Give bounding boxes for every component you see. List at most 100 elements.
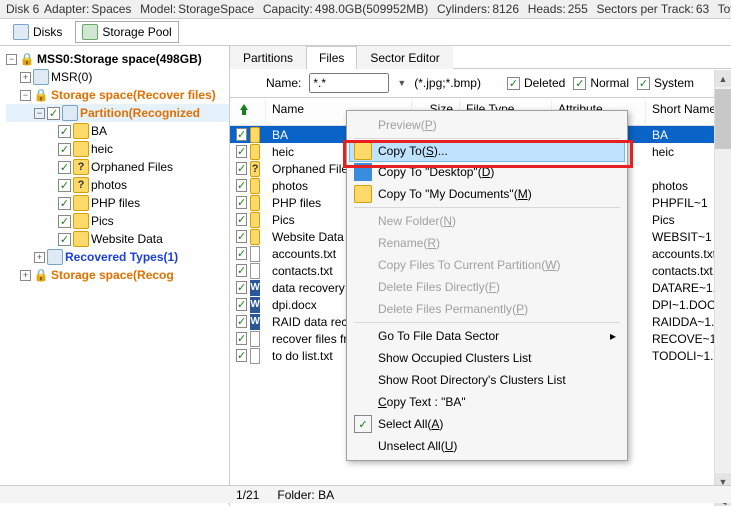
checkbox[interactable]: ✓	[58, 197, 71, 210]
menu-show-root-clusters[interactable]: Show Root Directory's Clusters List	[350, 369, 624, 391]
partition-icon	[62, 105, 78, 121]
folder-icon	[73, 213, 89, 229]
lock-icon	[19, 51, 35, 67]
doc-icon	[250, 263, 260, 279]
checkbox[interactable]: ✓	[236, 264, 247, 277]
menu-delete-permanently[interactable]: Delete Files Permanently(P)	[350, 298, 624, 320]
checkbox[interactable]: ✓	[58, 143, 71, 156]
vertical-scrollbar[interactable]: ▲ ▼ ◀ ▶	[714, 70, 731, 506]
folder-icon	[73, 231, 89, 247]
tree-item-label: BA	[91, 124, 107, 138]
folder-icon	[250, 212, 260, 228]
tree-folder[interactable]: ✓ Website Data	[6, 230, 229, 248]
folder-icon	[73, 123, 89, 139]
folder-icon	[250, 144, 260, 160]
context-menu: Preview(P) Copy To(S)... Copy To "Deskto…	[346, 110, 628, 461]
checkbox[interactable]: ✓	[236, 179, 247, 192]
filter-hint: (*.jpg;*.bmp)	[414, 76, 481, 90]
menu-copy-desktop[interactable]: Copy To "Desktop"(D)	[350, 161, 624, 183]
tab-partitions[interactable]: Partitions	[230, 46, 306, 69]
tree-folder[interactable]: ✓ heic	[6, 140, 229, 158]
checkbox[interactable]: ✓	[236, 128, 247, 141]
menu-unselect-all[interactable]: Unselect All(U)	[350, 435, 624, 457]
deleted-checkbox[interactable]: ✓Deleted	[507, 76, 565, 90]
name-filter-label: Name:	[266, 76, 301, 90]
checkbox[interactable]: ✓	[236, 281, 247, 294]
menu-copy-current-partition[interactable]: Copy Files To Current Partition(W)	[350, 254, 624, 276]
lock-icon	[33, 267, 49, 283]
checkbox[interactable]: ✓	[236, 230, 247, 243]
folder-icon	[73, 141, 89, 157]
menu-copy-documents[interactable]: Copy To "My Documents"(M)	[350, 183, 624, 205]
disks-button[interactable]: Disks	[6, 21, 69, 43]
tab-sector-editor[interactable]: Sector Editor	[357, 46, 452, 69]
tab-files[interactable]: Files	[306, 46, 357, 69]
checkbox[interactable]: ✓	[236, 315, 247, 328]
checkbox-icon: ✓	[354, 415, 372, 433]
folder-icon	[73, 159, 89, 175]
name-filter-input[interactable]	[309, 73, 389, 93]
checkbox[interactable]: ✓	[236, 247, 247, 260]
folder-icon	[73, 177, 89, 193]
checkbox[interactable]: ✓	[236, 162, 247, 175]
doc-icon	[250, 331, 260, 347]
menu-delete-directly[interactable]: Delete Files Directly(F)	[350, 276, 624, 298]
doc-icon	[250, 348, 260, 364]
folder-icon	[250, 229, 260, 245]
menu-copy-text[interactable]: Copy Text : "BA"	[350, 391, 624, 413]
checkbox[interactable]: ✓	[47, 107, 60, 120]
checkbox[interactable]: ✓	[58, 161, 71, 174]
folder-icon	[250, 195, 260, 211]
normal-checkbox[interactable]: ✓Normal	[573, 76, 629, 90]
submenu-arrow-icon: ▸	[610, 329, 616, 343]
system-checkbox[interactable]: ✓System	[637, 76, 694, 90]
checkbox[interactable]: ✓	[236, 145, 247, 158]
word-icon	[250, 314, 260, 330]
tree-item-label: Website Data	[91, 232, 163, 246]
menu-select-all[interactable]: ✓Select All(A)	[350, 413, 624, 435]
desktop-icon	[354, 163, 372, 181]
checkbox[interactable]: ✓	[236, 349, 247, 362]
folder-icon	[354, 185, 372, 203]
menu-go-to-sector[interactable]: Go To File Data Sector▸	[350, 325, 624, 347]
checkbox[interactable]: ✓	[236, 196, 247, 209]
go-up-icon[interactable]	[236, 102, 252, 118]
menu-copy-to[interactable]: Copy To(S)...	[349, 140, 625, 162]
menu-show-occupied[interactable]: Show Occupied Clusters List	[350, 347, 624, 369]
doc-icon	[250, 246, 260, 262]
menu-new-folder[interactable]: New Folder(N)	[350, 210, 624, 232]
tree-folder[interactable]: ✓ Pics	[6, 212, 229, 230]
checkbox[interactable]: ✓	[236, 298, 247, 311]
disk-info-bar: Disk 6 Adapter:Spaces Model:StorageSpace…	[0, 0, 731, 19]
folder-icon	[73, 195, 89, 211]
right-tabs: Partitions Files Sector Editor	[230, 46, 731, 69]
types-icon	[47, 249, 63, 265]
checkbox[interactable]: ✓	[58, 233, 71, 246]
checkbox[interactable]: ✓	[58, 179, 71, 192]
word-icon	[250, 297, 260, 313]
disk-icon	[13, 24, 29, 40]
partition-icon	[33, 69, 49, 85]
pool-icon	[82, 24, 98, 40]
checkbox[interactable]: ✓	[236, 332, 247, 345]
view-toolbar: Disks Storage Pool	[0, 19, 731, 46]
tree-item-label: Pics	[91, 214, 114, 228]
checkbox[interactable]: ✓	[58, 125, 71, 138]
menu-preview[interactable]: Preview(P)	[350, 114, 624, 136]
folder-icon	[354, 142, 372, 160]
tree-item-label: photos	[91, 178, 127, 192]
checkbox[interactable]: ✓	[58, 215, 71, 228]
menu-rename[interactable]: Rename (R)	[350, 232, 624, 254]
tree-item-label: Orphaned Files	[91, 160, 173, 174]
tree-folder[interactable]: ✓ Orphaned Files	[6, 158, 229, 176]
folder-q-icon	[250, 161, 260, 177]
tree-folder[interactable]: ✓ BA	[6, 122, 229, 140]
tree-folder[interactable]: ✓ PHP files	[6, 194, 229, 212]
lock-icon	[33, 87, 49, 103]
word-icon	[250, 280, 260, 296]
storage-pool-button[interactable]: Storage Pool	[75, 21, 178, 43]
device-tree[interactable]: −MSS0:Storage space(498GB) +MSR(0) −Stor…	[0, 46, 230, 506]
checkbox[interactable]: ✓	[236, 213, 247, 226]
tree-folder[interactable]: ✓ photos	[6, 176, 229, 194]
tree-item-label: heic	[91, 142, 113, 156]
